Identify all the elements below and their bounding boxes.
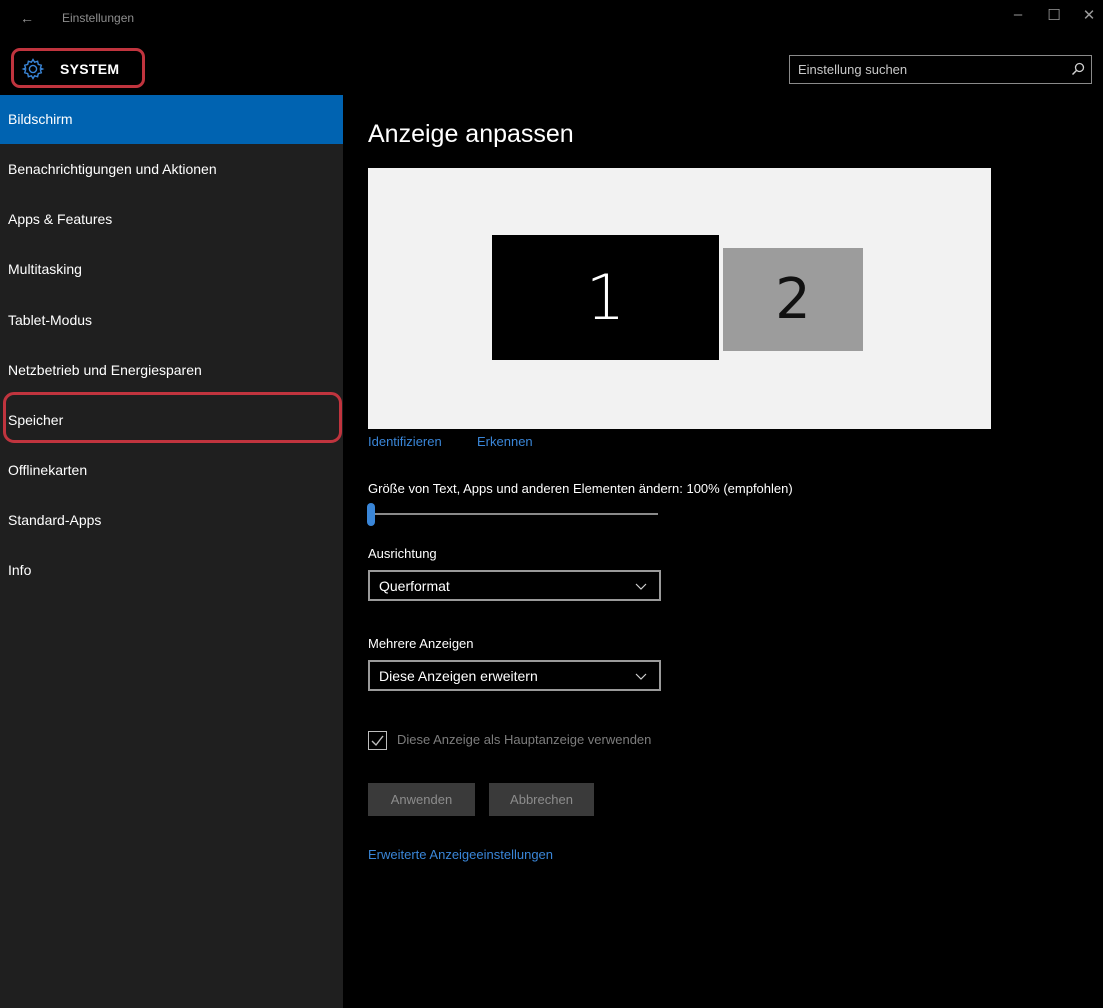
- sidebar-item-apps-features[interactable]: Apps & Features: [0, 194, 343, 244]
- scale-slider-thumb[interactable]: [367, 503, 375, 526]
- gear-icon: [21, 58, 45, 80]
- title-bar: [0, 0, 1103, 48]
- sidebar-item-netzbetrieb[interactable]: Netzbetrieb und Energiesparen: [0, 345, 343, 395]
- monitor-2[interactable]: 2: [723, 248, 863, 351]
- sidebar-item-label: Standard-Apps: [8, 512, 102, 528]
- orientation-label: Ausrichtung: [368, 546, 437, 561]
- scale-label: Größe von Text, Apps und anderen Element…: [368, 481, 793, 496]
- primary-display-label: Diese Anzeige als Hauptanzeige verwenden: [397, 732, 652, 747]
- multi-display-value: Diese Anzeigen erweitern: [379, 668, 538, 684]
- back-arrow-icon[interactable]: ←: [20, 10, 34, 26]
- advanced-display-settings-link[interactable]: Erweiterte Anzeigeeinstellungen: [368, 847, 553, 862]
- page-title: Anzeige anpassen: [368, 120, 574, 148]
- multi-display-dropdown[interactable]: Diese Anzeigen erweitern: [368, 660, 661, 691]
- sidebar-item-standard-apps[interactable]: Standard-Apps: [0, 495, 343, 545]
- cancel-button[interactable]: Abbrechen: [489, 783, 594, 816]
- sidebar-item-tablet-modus[interactable]: Tablet-Modus: [0, 295, 343, 345]
- section-title: SYSTEM: [60, 61, 120, 77]
- sidebar-item-multitasking[interactable]: Multitasking: [0, 244, 343, 294]
- sidebar-item-label: Info: [8, 562, 32, 578]
- sidebar-item-label: Offlinekarten: [8, 462, 88, 478]
- orientation-dropdown[interactable]: Querformat: [368, 570, 661, 601]
- primary-display-checkbox[interactable]: [368, 731, 387, 750]
- orientation-value: Querformat: [379, 578, 450, 594]
- chevron-down-icon: [635, 673, 647, 680]
- sidebar-item-label: Benachrichtigungen und Aktionen: [8, 161, 217, 177]
- search-icon[interactable]: [1071, 62, 1085, 76]
- detect-link[interactable]: Erkennen: [477, 434, 533, 449]
- monitor-1[interactable]: 1: [492, 235, 719, 360]
- sidebar-item-label: Tablet-Modus: [8, 312, 93, 328]
- sidebar-item-info[interactable]: Info: [0, 545, 343, 595]
- close-button[interactable]: ✕: [1074, 6, 1103, 24]
- sidebar-item-label: Bildschirm: [8, 111, 73, 127]
- chevron-down-icon: [635, 583, 647, 590]
- sidebar-item-label: Multitasking: [8, 261, 82, 277]
- sidebar-item-label: Apps & Features: [8, 211, 113, 227]
- sidebar-item-label: Netzbetrieb und Energiesparen: [8, 362, 202, 378]
- search-placeholder: Einstellung suchen: [798, 62, 908, 77]
- search-input[interactable]: Einstellung suchen: [789, 55, 1092, 84]
- sidebar-item-bildschirm[interactable]: Bildschirm: [0, 95, 343, 144]
- maximize-button[interactable]: ☐: [1039, 6, 1069, 24]
- speicher-highlight-outline: [3, 392, 342, 443]
- multi-display-label: Mehrere Anzeigen: [368, 636, 474, 651]
- identify-link[interactable]: Identifizieren: [368, 434, 442, 449]
- app-title: Einstellungen: [62, 11, 135, 25]
- minimize-button[interactable]: –: [1003, 6, 1033, 23]
- checkmark-icon: [371, 735, 384, 747]
- sidebar-item-benachrichtigungen[interactable]: Benachrichtigungen und Aktionen: [0, 144, 343, 194]
- apply-button[interactable]: Anwenden: [368, 783, 475, 816]
- sidebar-item-offlinekarten[interactable]: Offlinekarten: [0, 445, 343, 495]
- scale-slider[interactable]: [372, 513, 658, 515]
